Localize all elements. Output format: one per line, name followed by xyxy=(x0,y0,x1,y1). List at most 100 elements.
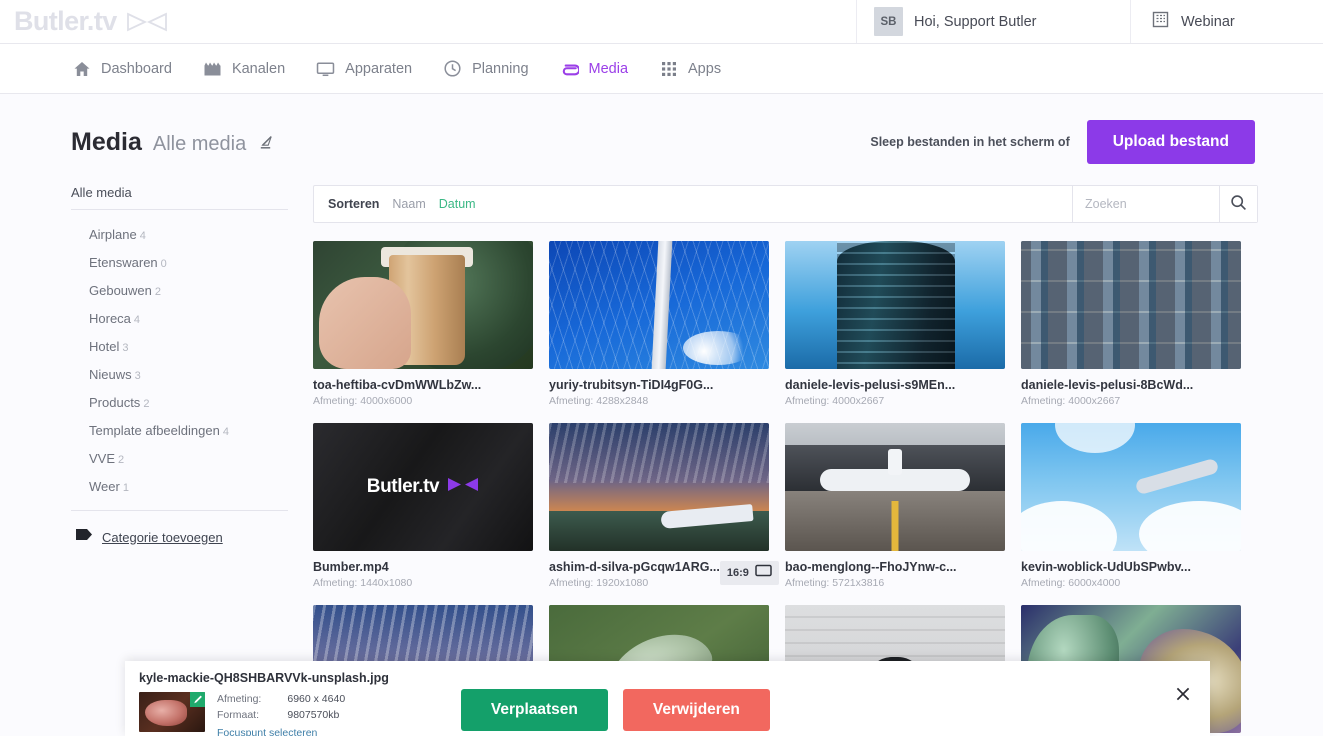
sidebar-label-template-afbeeldingen: Template afbeeldingen xyxy=(89,422,220,438)
nav-label-media: Media xyxy=(588,60,629,77)
brand-area[interactable]: Butler.tv xyxy=(0,0,857,43)
sidebar-item-etenswaren[interactable]: Etenswaren 0 xyxy=(71,248,288,276)
content-split: Alle media Airplane 4 Etenswaren 0 Gebouwe… xyxy=(0,164,1323,733)
nav-label-apps: Apps xyxy=(688,60,722,77)
monitor-icon xyxy=(316,59,335,78)
webinar-link[interactable]: Webinar xyxy=(1131,0,1323,43)
search-icon xyxy=(1230,194,1247,214)
paperclip-icon xyxy=(560,59,579,78)
category-sidebar: Alle media Airplane 4 Etenswaren 0 Gebouwe… xyxy=(71,185,288,733)
search-button[interactable] xyxy=(1219,186,1257,222)
sidebar-item-gebouwen[interactable]: Gebouwen 2 xyxy=(71,276,288,304)
media-title: toa-heftiba-cvDmWWLbZw... xyxy=(313,378,482,392)
grid-dots-icon xyxy=(659,59,678,78)
media-thumbnail[interactable] xyxy=(549,423,769,551)
pencil-icon[interactable] xyxy=(258,134,275,151)
aspect-ratio-badge: 16:9 xyxy=(719,560,779,585)
thumbnail-art xyxy=(549,241,769,369)
media-card[interactable]: yuriy-trubitsyn-TiDI4gF0G... Afmeting: 4… xyxy=(549,241,769,407)
selection-detail-row: Afmeting: 6960 x 4640 Formaat: 9807570kb… xyxy=(139,692,389,736)
media-card[interactable]: daniele-levis-pelusi-s9MEn... Afmeting: … xyxy=(785,241,1005,407)
sidebar-heading[interactable]: Alle media xyxy=(71,185,288,210)
nav-item-apparaten[interactable]: Apparaten xyxy=(316,59,412,78)
pencil-check-icon xyxy=(190,692,205,707)
sidebar-list: Airplane 4 Etenswaren 0 Gebouwen 2 Horeca 4 … xyxy=(71,210,288,500)
sidebar-count-gebouwen: 2 xyxy=(154,285,162,298)
add-category-button[interactable]: Categorie toevoegen xyxy=(71,511,288,546)
sidebar-item-template-afbeeldingen[interactable]: Template afbeeldingen 4 xyxy=(71,416,288,444)
screen-ratio-icon xyxy=(755,564,772,582)
thumbnail-art xyxy=(785,423,1005,551)
top-bar: Butler.tv SB Hoi, Support Butler Webinar xyxy=(0,0,1323,44)
page-title-group: Media Alle media xyxy=(71,128,275,157)
media-dimensions: Afmeting: 1440x1080 xyxy=(313,577,413,589)
search-input[interactable] xyxy=(1085,197,1207,211)
thumbnail-art xyxy=(313,241,533,369)
thumbnail-art xyxy=(785,241,1005,369)
clock-icon xyxy=(443,59,462,78)
sidebar-item-airplane[interactable]: Airplane 4 xyxy=(71,220,288,248)
media-card[interactable]: ashim-d-silva-pGcqw1ARG... Afmeting: 192… xyxy=(549,423,779,589)
sidebar-count-weer: 1 xyxy=(122,481,129,494)
media-dimensions: Afmeting: 4000x2667 xyxy=(785,395,885,407)
media-thumbnail[interactable] xyxy=(313,241,533,369)
page-subtitle: Alle media xyxy=(152,132,247,155)
media-card[interactable]: kevin-woblick-UdUbSPwbv... Afmeting: 600… xyxy=(1021,423,1241,589)
media-card[interactable]: bao-menglong--FhoJYnw-c... Afmeting: 572… xyxy=(785,423,1005,589)
move-button[interactable]: Verplaatsen xyxy=(460,689,608,731)
avatar: SB xyxy=(874,7,903,36)
media-title: ashim-d-silva-pGcqw1ARG... xyxy=(549,560,720,574)
nav-label-kanalen: Kanalen xyxy=(231,60,286,77)
media-thumbnail[interactable] xyxy=(1021,423,1241,551)
media-title: daniele-levis-pelusi-s9MEn... xyxy=(785,378,956,392)
brand-name: Butler.tv xyxy=(14,6,117,36)
nav-item-apps[interactable]: Apps xyxy=(659,59,721,78)
media-title: Bumber.mp4 xyxy=(313,560,389,574)
sidebar-item-vve[interactable]: VVE 2 xyxy=(71,444,288,472)
sidebar-label-airplane: Airplane xyxy=(89,226,137,242)
media-thumbnail[interactable]: Butler.tv xyxy=(313,423,533,551)
delete-button[interactable]: Verwijderen xyxy=(622,689,770,731)
media-thumbnail[interactable] xyxy=(549,241,769,369)
media-dimensions: Afmeting: 4000x2667 xyxy=(1021,395,1121,407)
sidebar-label-products: Products xyxy=(89,394,141,410)
sort-option-datum[interactable]: Datum xyxy=(439,197,476,211)
sidebar-item-horeca[interactable]: Horeca 4 xyxy=(71,304,288,332)
user-menu[interactable]: SB Hoi, Support Butler xyxy=(857,0,1131,43)
nav-item-media[interactable]: Media xyxy=(560,59,629,78)
nav-item-kanalen[interactable]: Kanalen xyxy=(203,59,285,78)
aspect-ratio-text: 16:9 xyxy=(726,566,749,579)
sidebar-count-airplane: 4 xyxy=(139,229,146,242)
close-icon[interactable] xyxy=(1172,683,1194,705)
sidebar-item-weer[interactable]: Weer 1 xyxy=(71,472,288,500)
sidebar-count-horeca: 4 xyxy=(133,313,141,326)
sidebar-item-products[interactable]: Products 2 xyxy=(71,388,288,416)
media-card[interactable]: Butler.tv Bumber.mp4 Afmeting: 1440x1080 xyxy=(313,423,533,589)
selection-panel: kyle-mackie-QH8SHBARVVk-unsplash.jpg Afm… xyxy=(125,661,1210,736)
media-thumbnail[interactable] xyxy=(1021,241,1241,369)
upload-button[interactable]: Upload bestand xyxy=(1086,120,1255,164)
sort-option-naam[interactable]: Naam xyxy=(392,197,425,211)
search-box xyxy=(1072,186,1219,222)
nav-label-apparaten: Apparaten xyxy=(345,60,413,77)
selection-info: kyle-mackie-QH8SHBARVVk-unsplash.jpg Afm… xyxy=(139,671,389,736)
selected-filename: kyle-mackie-QH8SHBARVVk-unsplash.jpg xyxy=(139,671,389,685)
film-clapper-icon xyxy=(203,59,222,78)
page-body: Media Alle media Sleep bestanden in het … xyxy=(0,94,1323,736)
media-dimensions: Afmeting: 4288x2848 xyxy=(549,395,649,407)
add-category-label: Categorie toevoegen xyxy=(102,529,223,545)
nav-item-dashboard[interactable]: Dashboard xyxy=(72,59,172,78)
focus-point-link[interactable]: Focuspunt selecteren xyxy=(217,726,317,736)
sidebar-label-horeca: Horeca xyxy=(89,310,131,326)
sidebar-item-hotel[interactable]: Hotel 3 xyxy=(71,332,288,360)
media-meta-row: ashim-d-silva-pGcqw1ARG... Afmeting: 192… xyxy=(549,551,779,589)
media-thumbnail[interactable] xyxy=(785,423,1005,551)
media-thumbnail[interactable] xyxy=(785,241,1005,369)
media-card[interactable]: daniele-levis-pelusi-8BcWd... Afmeting: … xyxy=(1021,241,1241,407)
sort-label: Sorteren xyxy=(328,197,380,211)
media-title: daniele-levis-pelusi-8BcWd... xyxy=(1021,378,1194,392)
selected-thumbnail[interactable] xyxy=(139,692,205,732)
media-card[interactable]: toa-heftiba-cvDmWWLbZw... Afmeting: 4000… xyxy=(313,241,533,407)
sidebar-item-nieuws[interactable]: Nieuws 3 xyxy=(71,360,288,388)
nav-item-planning[interactable]: Planning xyxy=(443,59,529,78)
